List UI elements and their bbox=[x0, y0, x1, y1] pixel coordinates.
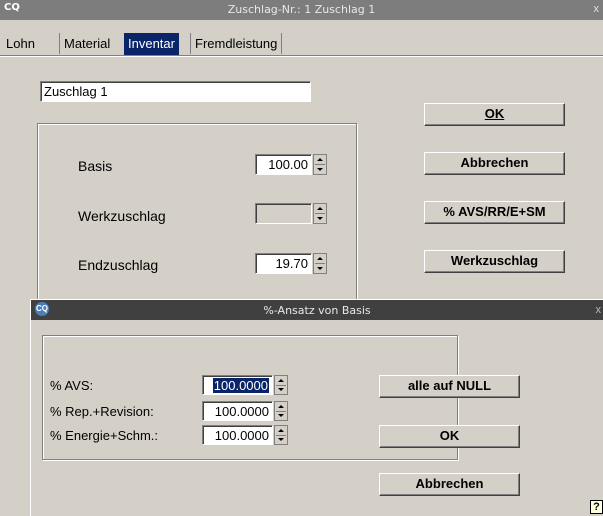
spin-up-icon[interactable] bbox=[317, 257, 323, 260]
spin-divider bbox=[315, 164, 325, 165]
alle-auf-null-label: alle auf NULL bbox=[407, 378, 492, 393]
werkzuschlag-label: Werkzuschlag bbox=[78, 208, 166, 224]
energie-schm-value: 100.0000 bbox=[214, 428, 269, 443]
spin-down-icon[interactable] bbox=[317, 267, 323, 270]
spin-down-icon[interactable] bbox=[278, 388, 284, 391]
werkzuschlag-input bbox=[255, 203, 312, 224]
tab-divider-highlight bbox=[0, 56, 603, 57]
spin-divider bbox=[315, 213, 325, 214]
tab-material[interactable]: Material bbox=[59, 33, 114, 54]
werkzuschlag-button[interactable]: Werkzuschlag bbox=[424, 250, 565, 273]
dialog-ok-label: OK bbox=[439, 428, 460, 443]
werkzuschlag-spinner[interactable] bbox=[313, 203, 327, 224]
spin-down-icon[interactable] bbox=[317, 217, 323, 220]
endzuschlag-spinner[interactable] bbox=[313, 253, 327, 274]
dialog-abbrechen-button[interactable]: Abbrechen bbox=[379, 473, 520, 496]
main-title-bar[interactable]: CQ Zuschlag-Nr.: 1 Zuschlag 1 x bbox=[0, 0, 603, 20]
dialog-title-bar[interactable]: CQ %-Ansatz von Basis x bbox=[31, 300, 603, 320]
zuschlag-name-value: Zuschlag 1 bbox=[44, 84, 108, 99]
avs-button-label: % AVS/RR/E+SM bbox=[443, 204, 546, 219]
spin-up-icon[interactable] bbox=[278, 429, 284, 432]
endzuschlag-input[interactable]: 19.70 bbox=[255, 253, 312, 274]
avs-button[interactable]: % AVS/RR/E+SM bbox=[424, 201, 565, 224]
spin-down-icon[interactable] bbox=[278, 414, 284, 417]
tab-lohn[interactable]: Lohn bbox=[2, 33, 39, 54]
endzuschlag-label: Endzuschlag bbox=[78, 257, 159, 273]
basis-value: 100.00 bbox=[268, 157, 308, 172]
spin-down-icon[interactable] bbox=[317, 168, 323, 171]
close-icon[interactable]: x bbox=[594, 3, 600, 15]
endzuschlag-value: 19.70 bbox=[275, 256, 308, 271]
help-icon[interactable]: ? bbox=[590, 500, 603, 514]
spin-up-icon[interactable] bbox=[278, 379, 284, 382]
window-title: Zuschlag-Nr.: 1 Zuschlag 1 bbox=[227, 3, 376, 16]
basis-spinner[interactable] bbox=[313, 154, 327, 175]
abbrechen-button-label: Abbrechen bbox=[460, 155, 529, 170]
energie-schm-label: % Energie+Schm.: bbox=[50, 428, 159, 443]
avs-input[interactable]: 100.0000 bbox=[202, 375, 273, 395]
tab-fremdleistung[interactable]: Fremdleistung bbox=[190, 33, 283, 54]
rep-revision-label: % Rep.+Revision: bbox=[50, 404, 154, 419]
rep-revision-value: 100.0000 bbox=[214, 404, 269, 419]
ok-button-label: OK bbox=[484, 106, 505, 121]
zuschlag-name-input[interactable]: Zuschlag 1 bbox=[40, 81, 311, 102]
spin-divider bbox=[276, 385, 286, 386]
basis-input[interactable]: 100.00 bbox=[255, 154, 312, 175]
dialog-abbrechen-label: Abbrechen bbox=[415, 476, 484, 491]
avs-spinner[interactable] bbox=[274, 375, 288, 395]
energie-schm-input[interactable]: 100.0000 bbox=[202, 425, 273, 445]
spin-divider bbox=[315, 263, 325, 264]
rep-revision-spinner[interactable] bbox=[274, 401, 288, 421]
rep-revision-input[interactable]: 100.0000 bbox=[202, 401, 273, 421]
avs-label: % AVS: bbox=[50, 378, 94, 393]
werkzuschlag-button-label: Werkzuschlag bbox=[450, 253, 539, 268]
dialog-title: %-Ansatz von Basis bbox=[263, 304, 371, 317]
spin-up-icon[interactable] bbox=[278, 405, 284, 408]
tab-inventar[interactable]: Inventar bbox=[124, 33, 179, 55]
energie-schm-spinner[interactable] bbox=[274, 425, 288, 445]
dialog-close-icon[interactable]: x bbox=[596, 304, 602, 316]
avs-value: 100.0000 bbox=[212, 378, 269, 393]
dialog-ok-button[interactable]: OK bbox=[379, 425, 520, 448]
spin-up-icon[interactable] bbox=[317, 158, 323, 161]
spin-up-icon[interactable] bbox=[317, 207, 323, 210]
spin-divider bbox=[276, 411, 286, 412]
basis-label: Basis bbox=[78, 158, 113, 174]
spin-down-icon[interactable] bbox=[278, 438, 284, 441]
abbrechen-button[interactable]: Abbrechen bbox=[424, 152, 565, 175]
ok-button[interactable]: OK bbox=[424, 103, 565, 126]
alle-auf-null-button[interactable]: alle auf NULL bbox=[379, 375, 520, 398]
spin-divider bbox=[276, 435, 286, 436]
